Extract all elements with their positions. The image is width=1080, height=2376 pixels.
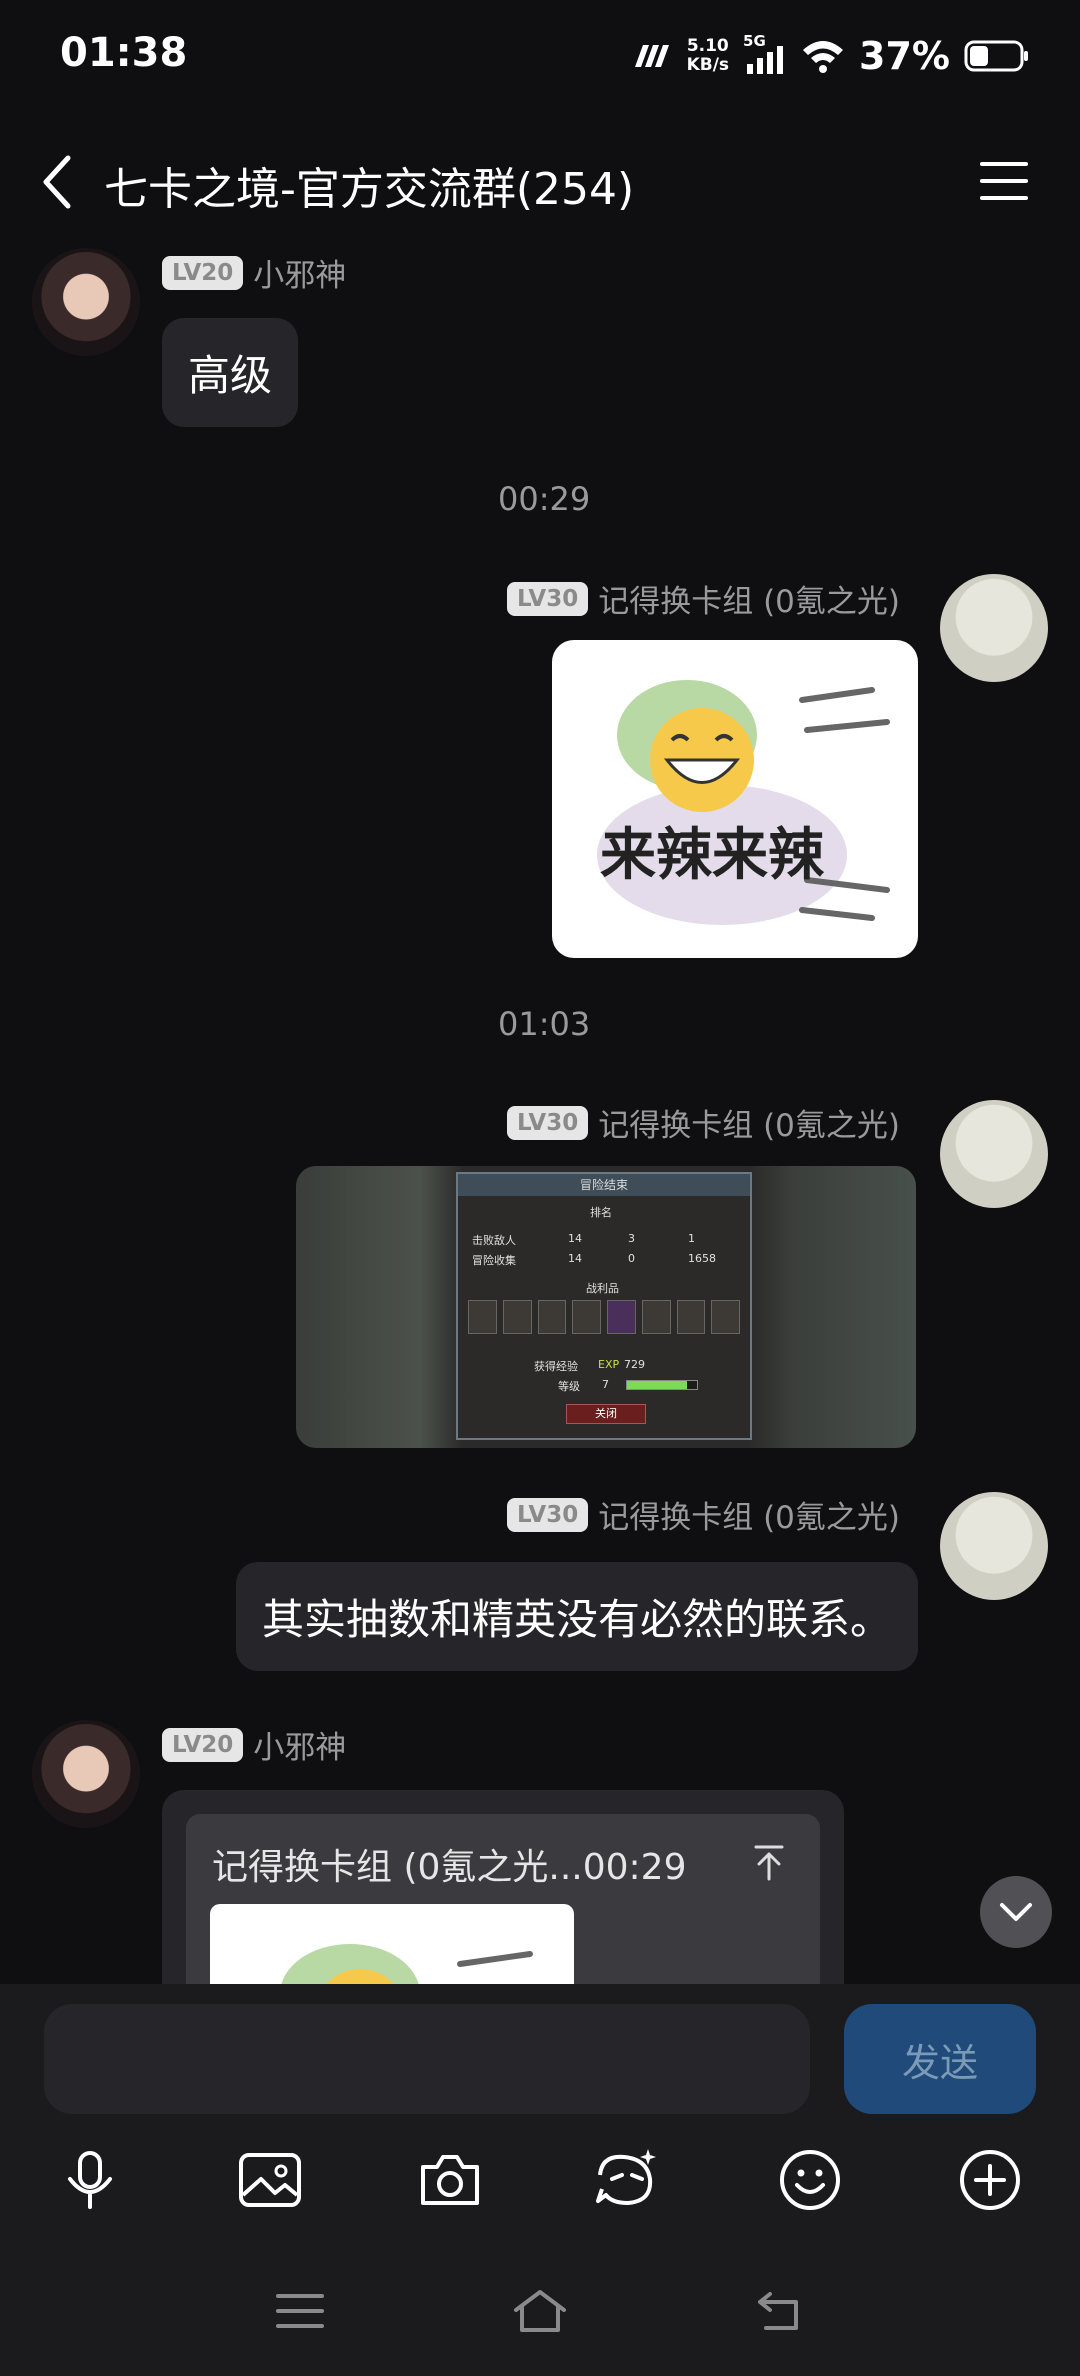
message-bubble[interactable]: 其实抽数和精英没有必然的联系。 xyxy=(235,1562,918,1671)
collect-label: 冒险收集 xyxy=(472,1254,516,1267)
sender-name[interactable]: 记得换卡组 (0氪之光) xyxy=(598,1100,900,1145)
back-icon[interactable] xyxy=(36,152,76,212)
level-progress-fill xyxy=(627,1381,687,1389)
stat-value: 1 xyxy=(688,1232,695,1245)
game-close-button: 关闭 xyxy=(566,1404,646,1424)
stat-value: 1658 xyxy=(688,1252,716,1265)
jump-to-top-icon[interactable] xyxy=(752,1844,786,1882)
avatar[interactable] xyxy=(940,1100,1048,1208)
sender-row: LV30 记得换卡组 (0氪之光) xyxy=(506,1492,900,1537)
camera-icon[interactable] xyxy=(415,2145,485,2215)
avatar[interactable] xyxy=(940,1492,1048,1600)
level-badge: LV20 xyxy=(162,1727,244,1762)
rank-label: 排名 xyxy=(590,1206,612,1219)
recent-apps-icon[interactable] xyxy=(272,2286,328,2336)
stat-value: 0 xyxy=(628,1252,635,1265)
level-badge: LV30 xyxy=(506,581,589,616)
microphone-icon[interactable] xyxy=(55,2145,125,2215)
quote-header: 记得换卡组 (0氪之光...00:29 xyxy=(212,1847,687,1888)
level-badge: LV20 xyxy=(162,255,244,290)
net-speed: 5.10 KB/s xyxy=(686,36,730,75)
level-badge: LV30 xyxy=(506,1497,589,1532)
status-indicators: 5.10 KB/s 5G 37% xyxy=(631,32,1030,78)
stat-value: 14 xyxy=(568,1232,582,1245)
exp-label: 获得经验 xyxy=(534,1360,578,1373)
game-result-title: 冒险结束 xyxy=(458,1174,750,1196)
sender-row: LV20 小邪神 xyxy=(162,1722,346,1767)
sender-name[interactable]: 记得换卡组 (0氪之光) xyxy=(598,576,900,621)
sender-name[interactable]: 记得换卡组 (0氪之光) xyxy=(598,1492,900,1537)
battery-percent: 37% xyxy=(859,34,950,78)
message-input[interactable] xyxy=(44,2004,810,2114)
sender-row: LV30 记得换卡组 (0氪之光) xyxy=(506,1100,900,1145)
sticker-image[interactable]: 来辣来辣 xyxy=(552,640,918,958)
defeated-label: 击败敌人 xyxy=(472,1234,516,1247)
stat-value: 3 xyxy=(628,1232,635,1245)
sender-name[interactable]: 小邪神 xyxy=(253,1722,346,1767)
plus-icon[interactable] xyxy=(955,2145,1025,2215)
sender-row: LV30 记得换卡组 (0氪之光) xyxy=(506,576,900,621)
home-icon[interactable] xyxy=(512,2286,568,2336)
scroll-to-bottom-button[interactable] xyxy=(980,1876,1052,1948)
image-message[interactable]: 冒险结束 排名 击败敌人 冒险收集 14 3 1 14 0 1658 战利品 获… xyxy=(296,1166,916,1448)
avatar[interactable] xyxy=(32,248,140,356)
image-icon[interactable] xyxy=(235,2145,305,2215)
exp-value: 729 xyxy=(624,1358,645,1371)
sender-name[interactable]: 小邪神 xyxy=(253,250,346,295)
timestamp: 01:03 xyxy=(498,1005,591,1043)
network-brand-icon xyxy=(634,45,669,67)
super-emoji-icon[interactable] xyxy=(592,2145,662,2215)
back-nav-icon[interactable] xyxy=(752,2286,808,2336)
avatar[interactable] xyxy=(32,1720,140,1828)
menu-icon[interactable] xyxy=(978,160,1030,202)
sender-row: LV20 小邪神 xyxy=(162,250,346,295)
send-button[interactable]: 发送 xyxy=(844,2004,1036,2114)
wifi-icon xyxy=(803,41,844,73)
avatar[interactable] xyxy=(940,574,1048,682)
sticker-drawing xyxy=(597,680,890,925)
game-result-panel: 冒险结束 排名 击败敌人 冒险收集 14 3 1 14 0 1658 战利品 获… xyxy=(456,1172,752,1440)
status-time: 01:38 xyxy=(60,30,188,76)
battery-icon xyxy=(964,40,1028,72)
emoji-icon[interactable] xyxy=(775,2145,845,2215)
sticker-text: 来辣来辣 xyxy=(600,823,824,888)
level-progress-bar xyxy=(626,1380,698,1390)
signal-icon: 5G xyxy=(743,32,787,76)
level-badge: LV30 xyxy=(506,1105,589,1140)
loot-items xyxy=(468,1300,740,1334)
exp-tag: EXP xyxy=(598,1358,620,1371)
chat-title: 七卡之境-官方交流群(254) xyxy=(104,164,635,215)
chevron-down-icon xyxy=(1000,1903,1032,1921)
message-bubble[interactable]: 高级 xyxy=(162,318,299,427)
level-label: 等级 xyxy=(558,1380,580,1393)
timestamp: 00:29 xyxy=(498,480,591,518)
stat-value: 14 xyxy=(568,1252,582,1265)
loot-label: 战利品 xyxy=(586,1282,619,1295)
level-value: 7 xyxy=(602,1378,609,1391)
